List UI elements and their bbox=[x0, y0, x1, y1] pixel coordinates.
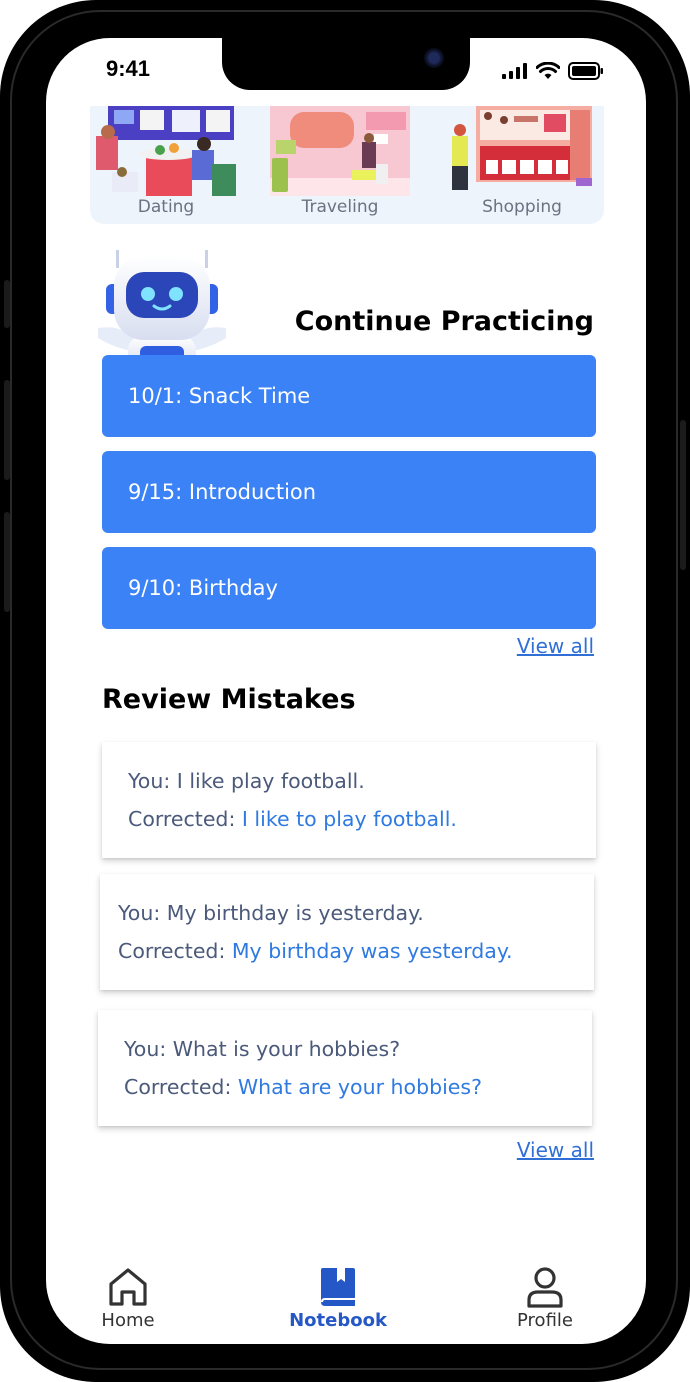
mistakes-view-all-link[interactable]: View all bbox=[517, 1138, 594, 1162]
corrected-text: My birthday was yesterday. bbox=[231, 939, 513, 963]
mistake-original: You: My birthday is yesterday. bbox=[118, 901, 424, 925]
cellular-signal-icon bbox=[502, 63, 527, 79]
tab-notebook-label: Notebook bbox=[289, 1310, 387, 1331]
front-camera bbox=[424, 48, 444, 68]
continue-practicing-title: Continue Practicing bbox=[294, 306, 594, 337]
bottom-tab-bar: Home Notebook Profile bbox=[46, 1260, 646, 1344]
volume-down-button bbox=[4, 512, 10, 612]
tab-notebook[interactable]: Notebook bbox=[278, 1260, 398, 1331]
practice-item[interactable]: 9/15: Introduction bbox=[102, 451, 596, 533]
topic-carousel: Dating Traveling Shopping bbox=[90, 106, 604, 224]
dynamic-island bbox=[222, 38, 470, 90]
corrected-label: Corrected: bbox=[128, 807, 242, 831]
corrected-label: Corrected: bbox=[118, 939, 232, 963]
phone-frame: 9:41 Dating Traveling Shopping Continue … bbox=[0, 0, 690, 1382]
topic-card-dating[interactable]: Dating bbox=[96, 106, 236, 224]
practice-item[interactable]: 10/1: Snack Time bbox=[102, 355, 596, 437]
practice-item-label: 9/15: Introduction bbox=[128, 480, 317, 504]
status-icons bbox=[502, 62, 604, 80]
review-mistakes-title: Review Mistakes bbox=[102, 684, 356, 715]
mistake-card[interactable]: You: My birthday is yesterday. Corrected… bbox=[100, 874, 594, 990]
topic-label-traveling: Traveling bbox=[301, 197, 379, 217]
topic-card-shopping[interactable]: Shopping bbox=[452, 106, 592, 224]
corrected-label: Corrected: bbox=[124, 1075, 238, 1099]
corrected-text: I like to play football. bbox=[241, 807, 457, 831]
home-icon bbox=[109, 1268, 147, 1306]
tab-profile[interactable]: Profile bbox=[485, 1260, 605, 1331]
wifi-icon bbox=[536, 62, 560, 79]
tab-profile-label: Profile bbox=[517, 1310, 573, 1331]
topic-label-shopping: Shopping bbox=[482, 197, 562, 217]
practice-item-label: 10/1: Snack Time bbox=[128, 384, 311, 408]
tab-home[interactable]: Home bbox=[68, 1260, 188, 1331]
mistake-correction-row: Corrected: I like to play football. bbox=[128, 800, 596, 838]
topic-label-dating: Dating bbox=[137, 197, 195, 217]
mistake-correction-row: Corrected: What are your hobbies? bbox=[124, 1068, 592, 1106]
app-screen: 9:41 Dating Traveling Shopping Continue … bbox=[46, 38, 646, 1344]
mute-switch bbox=[4, 280, 10, 328]
status-time: 9:41 bbox=[106, 56, 151, 81]
battery-icon bbox=[568, 62, 603, 80]
volume-up-button bbox=[4, 380, 10, 480]
dating-illustration bbox=[96, 106, 236, 196]
traveling-illustration bbox=[270, 106, 410, 196]
shopping-illustration bbox=[452, 106, 592, 196]
practice-item[interactable]: 9/10: Birthday bbox=[102, 547, 596, 629]
notebook-icon bbox=[321, 1268, 355, 1306]
corrected-text: What are your hobbies? bbox=[237, 1075, 482, 1099]
mistake-original: You: What is your hobbies? bbox=[124, 1037, 401, 1061]
robot-mascot bbox=[92, 250, 232, 368]
mistake-card[interactable]: You: What is your hobbies? Corrected: Wh… bbox=[98, 1010, 592, 1126]
power-button bbox=[680, 420, 686, 570]
topic-card-traveling[interactable]: Traveling bbox=[270, 106, 410, 224]
profile-icon bbox=[527, 1267, 563, 1308]
mistake-card[interactable]: You: I like play football. Corrected: I … bbox=[102, 742, 596, 858]
mistake-correction-row: Corrected: My birthday was yesterday. bbox=[118, 932, 594, 970]
tab-home-label: Home bbox=[101, 1310, 155, 1331]
practice-view-all-link[interactable]: View all bbox=[517, 634, 594, 658]
mistake-original: You: I like play football. bbox=[128, 769, 365, 793]
practice-item-label: 9/10: Birthday bbox=[128, 576, 278, 600]
